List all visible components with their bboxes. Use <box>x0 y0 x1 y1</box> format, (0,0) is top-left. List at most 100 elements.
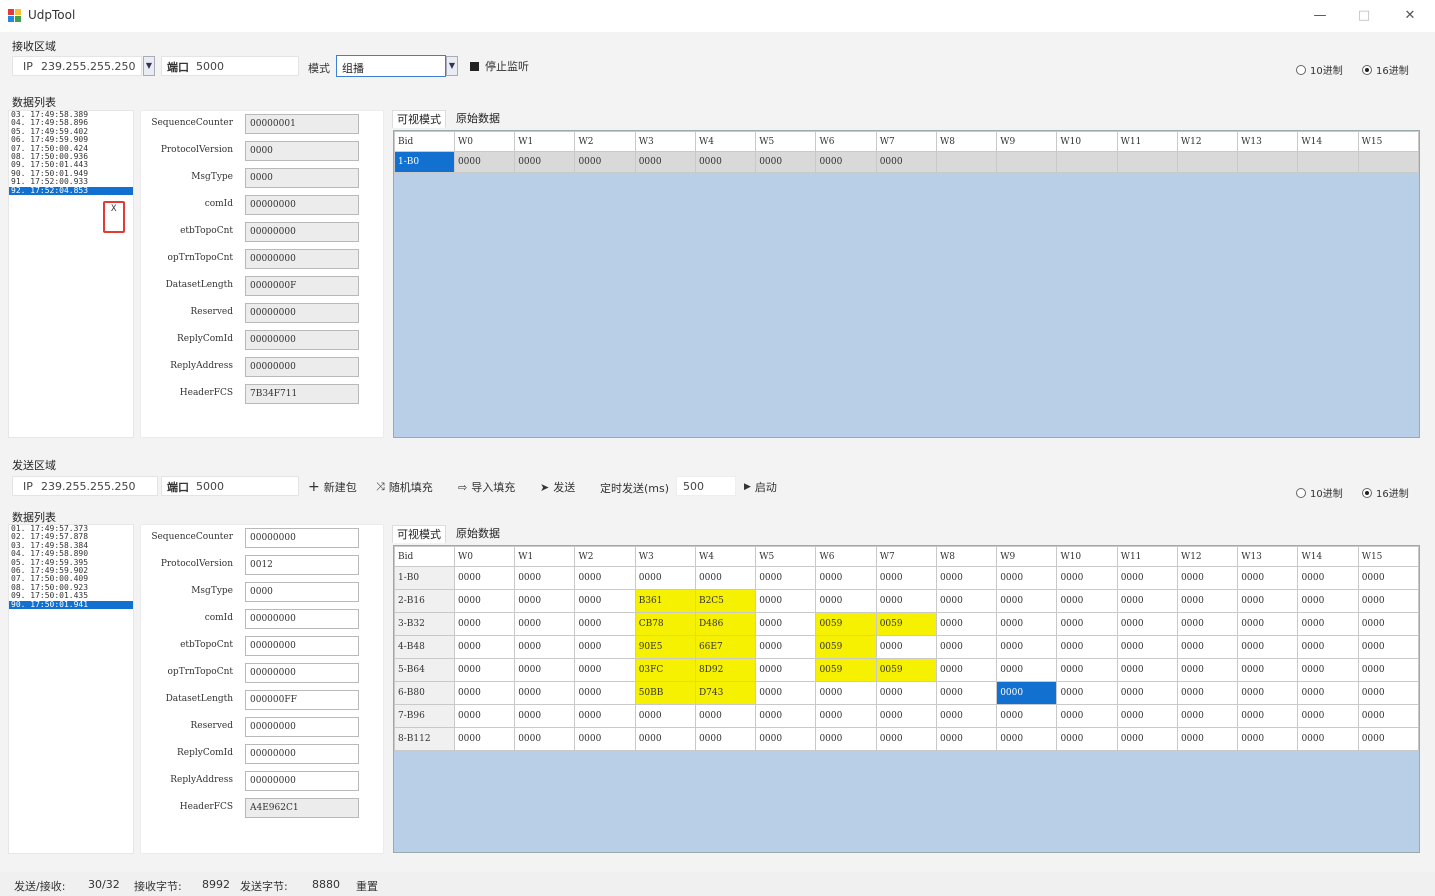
grid-cell[interactable]: 0000 <box>1237 658 1299 682</box>
grid-cell[interactable]: 0000 <box>1056 681 1118 705</box>
grid-cell[interactable]: 0000 <box>875 681 937 705</box>
send-button[interactable]: ➤ 发送 <box>540 478 575 496</box>
grid-cell[interactable]: 0000 <box>996 704 1058 728</box>
grid-cell[interactable]: 0000 <box>935 704 998 728</box>
grid-cell[interactable]: 0059 <box>875 658 937 682</box>
grid-cell[interactable]: B361 <box>634 589 696 613</box>
grid-cell[interactable]: 0000 <box>1056 589 1118 613</box>
grid-cell[interactable]: 0000 <box>1116 658 1178 682</box>
grid-cell[interactable] <box>1237 151 1299 173</box>
grid-cell[interactable]: 0000 <box>453 566 516 590</box>
receive-port-field[interactable]: 端口 5000 <box>161 56 299 76</box>
grid-cell[interactable]: 0000 <box>935 566 998 590</box>
grid-cell[interactable] <box>1357 151 1419 173</box>
list-item[interactable]: 92. 17:52:04.853 <box>9 186 133 196</box>
mode-select[interactable]: 组播 <box>336 55 446 77</box>
title-bar[interactable]: UdpTool — □ ✕ <box>0 0 1435 32</box>
grid-row-header[interactable]: 2-B16 <box>394 589 455 613</box>
grid-cell[interactable]: 0000 <box>996 589 1058 613</box>
grid-cell[interactable]: 0000 <box>755 151 817 173</box>
minimize-button[interactable]: — <box>1300 4 1340 28</box>
import-fill-button[interactable]: ⇨ 导入填充 <box>458 478 515 496</box>
grid-cell[interactable]: 0000 <box>574 681 636 705</box>
grid-cell[interactable]: 0000 <box>755 727 817 751</box>
grid-cell[interactable] <box>935 151 998 173</box>
receive-data-grid[interactable]: Bid W0 W1 W2 W3 W4 W5 W6 W7 W8 W9 W10 W11 W12 W13 W14 W1… <box>393 130 1420 438</box>
header-field-value[interactable]: 00000000 <box>245 528 359 548</box>
grid-cell[interactable]: 0000 <box>574 658 636 682</box>
grid-cell[interactable]: 0000 <box>1237 589 1299 613</box>
grid-cell[interactable]: 0000 <box>1176 566 1239 590</box>
grid-row-header[interactable]: 1-B0 <box>394 566 455 590</box>
grid-cell[interactable]: 0000 <box>815 566 877 590</box>
grid-cell[interactable]: 0000 <box>694 727 757 751</box>
grid-cell[interactable]: 0000 <box>1056 704 1118 728</box>
receive-ip-dropdown-icon[interactable]: ▼ <box>143 56 155 76</box>
grid-cell[interactable]: 0000 <box>1297 566 1359 590</box>
receive-ip-combo[interactable]: IP 239.255.255.250 <box>12 56 142 76</box>
grid-cell[interactable]: 0000 <box>815 704 877 728</box>
grid-cell[interactable]: 0000 <box>1297 658 1359 682</box>
grid-cell[interactable]: 0059 <box>815 635 877 659</box>
grid-cell[interactable]: 0000 <box>1176 658 1239 682</box>
header-field-value[interactable]: 00000000 <box>245 636 359 656</box>
grid-cell[interactable]: 0000 <box>996 635 1058 659</box>
grid-cell[interactable]: 0000 <box>453 612 516 636</box>
receive-data-list[interactable]: 03. 17:49:58.389 04. 17:49:58.896 05. 17:4… <box>8 110 134 438</box>
grid-cell[interactable]: 0000 <box>935 589 998 613</box>
grid-cell[interactable]: 0000 <box>1357 589 1419 613</box>
grid-cell[interactable]: 50BB <box>634 681 696 705</box>
send-data-grid[interactable]: Bid W0 W1 W2 W3 W4 W5 W6 W7 W8 W9 W10 W11 W12 W13 W14 W1… <box>393 545 1420 853</box>
grid-cell[interactable]: 0000 <box>1056 566 1118 590</box>
grid-cell[interactable]: 0000 <box>1357 612 1419 636</box>
grid-cell[interactable]: 0000 <box>1297 612 1359 636</box>
grid-cell[interactable]: 0000 <box>1297 704 1359 728</box>
grid-cell[interactable]: 0000 <box>1237 566 1299 590</box>
grid-row-header[interactable]: 4-B48 <box>394 635 455 659</box>
grid-cell[interactable]: 0000 <box>1357 704 1419 728</box>
grid-cell[interactable]: CB78 <box>634 612 696 636</box>
grid-cell[interactable]: 0000 <box>1357 658 1419 682</box>
grid-cell[interactable]: 0000 <box>815 589 877 613</box>
grid-cell[interactable]: 0000 <box>1116 727 1178 751</box>
grid-cell[interactable]: 0000 <box>1357 727 1419 751</box>
receive-radio-dec[interactable]: 10进制 <box>1296 62 1343 77</box>
grid-cell[interactable]: 0000 <box>514 566 576 590</box>
grid-cell[interactable]: 0000 <box>453 635 516 659</box>
grid-cell[interactable]: 0000 <box>453 589 516 613</box>
grid-cell[interactable]: 0000 <box>574 589 636 613</box>
send-port-field[interactable]: 端口 5000 <box>161 476 299 496</box>
grid-row-header[interactable]: 7-B96 <box>394 704 455 728</box>
send-ip-field[interactable]: IP 239.255.255.250 <box>12 476 158 496</box>
header-field-value[interactable]: 0000 <box>245 582 359 602</box>
grid-cell[interactable]: 0000 <box>574 704 636 728</box>
send-tab-visual[interactable]: 可视模式 <box>392 525 446 543</box>
grid-cell[interactable]: 0000 <box>453 727 516 751</box>
grid-cell[interactable] <box>1056 151 1118 173</box>
grid-cell[interactable]: 0000 <box>694 566 757 590</box>
timer-interval-field[interactable]: 500 <box>676 476 736 496</box>
grid-cell[interactable]: 0000 <box>634 727 696 751</box>
grid-cell[interactable]: 0000 <box>815 151 877 173</box>
receive-tab-visual[interactable]: 可视模式 <box>392 110 446 128</box>
grid-cell[interactable]: 66E7 <box>694 635 757 659</box>
grid-cell[interactable]: 0000 <box>1176 635 1239 659</box>
grid-cell[interactable]: 0000 <box>1116 704 1178 728</box>
grid-cell[interactable]: 0000 <box>1237 727 1299 751</box>
grid-cell[interactable]: 8D92 <box>694 658 757 682</box>
grid-cell[interactable] <box>1176 151 1239 173</box>
list-item[interactable]: 90. 17:50:01.941 <box>9 600 133 610</box>
grid-cell[interactable]: 0000 <box>1056 635 1118 659</box>
grid-cell[interactable]: 0000 <box>875 566 937 590</box>
header-field-value[interactable]: 000000FF <box>245 690 359 710</box>
grid-cell[interactable]: 0000 <box>935 612 998 636</box>
grid-cell[interactable] <box>1116 151 1178 173</box>
grid-cell[interactable]: 0000 <box>514 612 576 636</box>
mode-dropdown-icon[interactable]: ▼ <box>446 56 458 76</box>
grid-cell[interactable]: 0000 <box>875 727 937 751</box>
grid-cell[interactable]: 0000 <box>1176 704 1239 728</box>
grid-cell[interactable]: 0000 <box>815 727 877 751</box>
grid-cell[interactable]: 0000 <box>755 589 817 613</box>
grid-row-header[interactable]: 6-B80 <box>394 681 455 705</box>
send-radio-hex[interactable]: 16进制 <box>1362 485 1409 500</box>
